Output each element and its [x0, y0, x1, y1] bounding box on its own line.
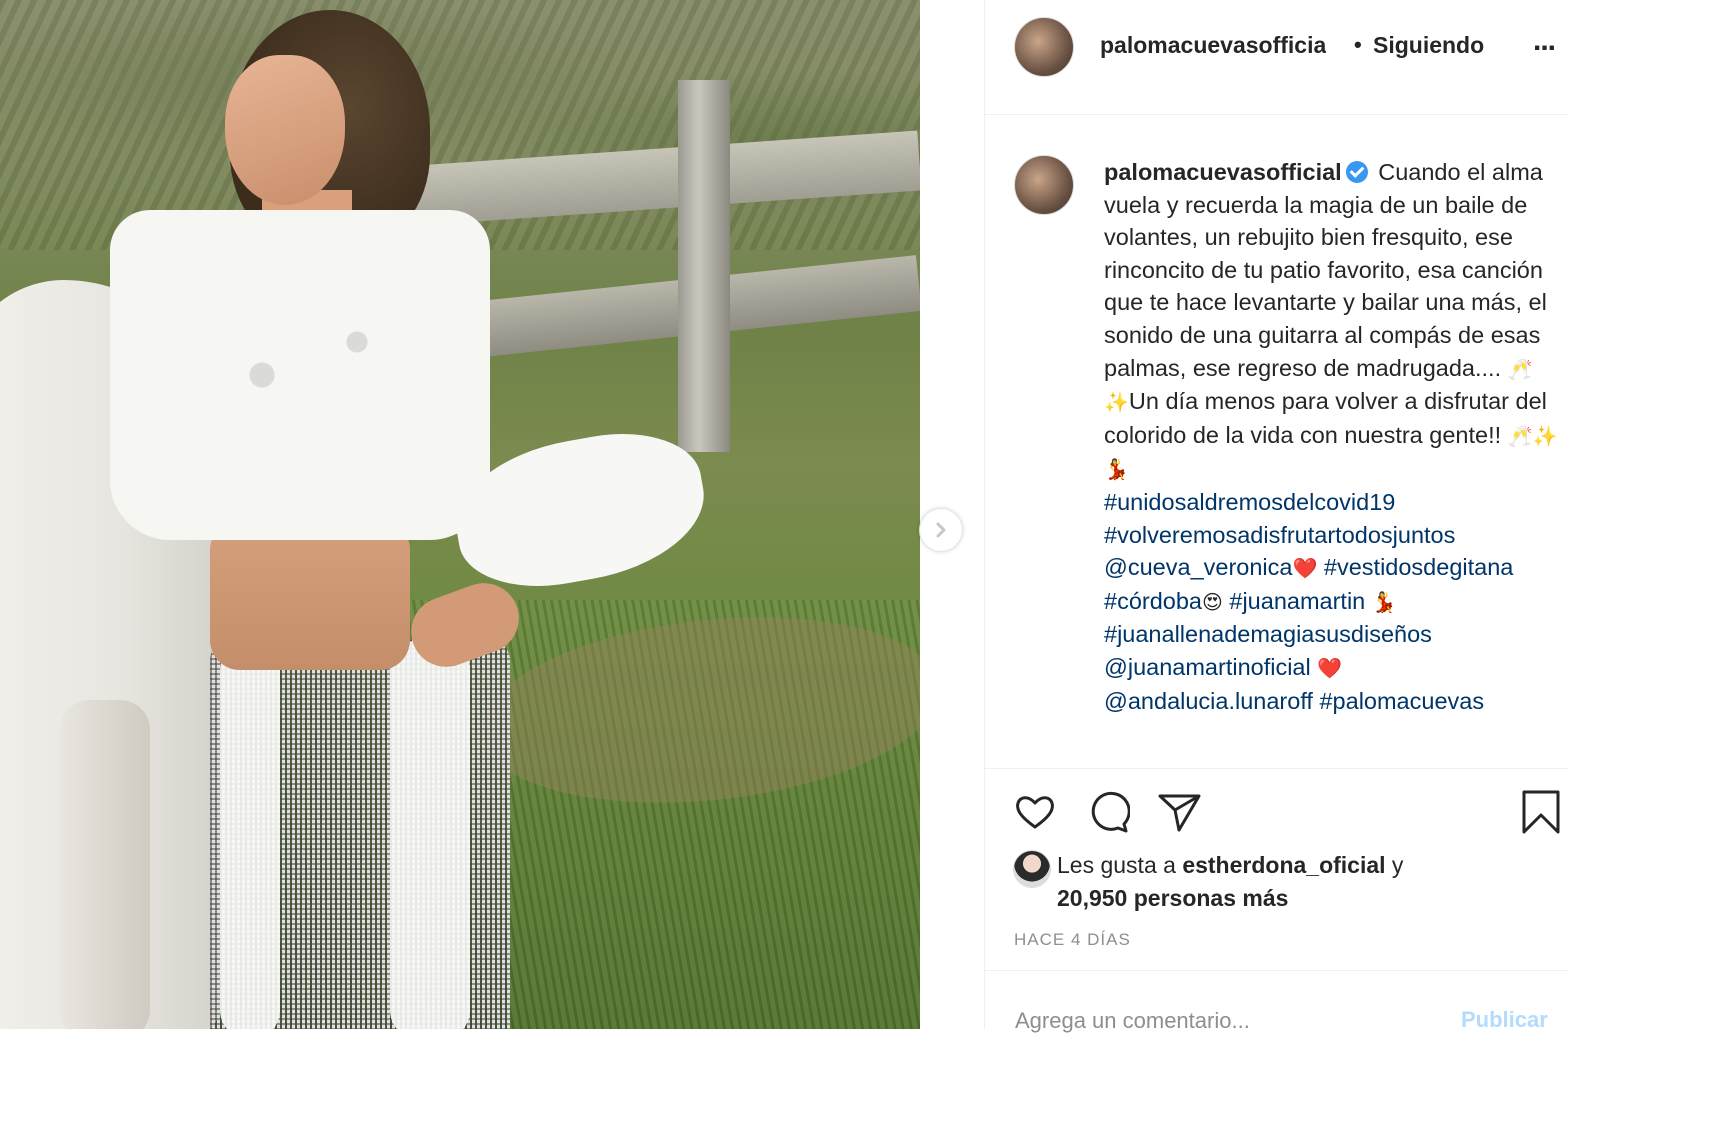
post-actions [985, 768, 1569, 848]
dancer-emoji: 💃 [1371, 589, 1397, 614]
like-button[interactable] [1013, 790, 1057, 834]
comment-input[interactable] [1013, 1007, 1437, 1035]
author-username[interactable]: palomacuevasofficia [1100, 32, 1326, 59]
following-button[interactable]: Siguiendo [1373, 32, 1484, 59]
hashtag-link[interactable]: #unidosaldremosdelcovid19 [1104, 489, 1395, 515]
hashtag-link[interactable]: #juanamartin [1229, 588, 1365, 614]
likes-prefix: Les gusta a [1057, 852, 1183, 878]
heart-eyes-emoji: 😍 [1202, 589, 1223, 614]
hashtag-link[interactable]: #córdoba [1104, 588, 1202, 614]
comment-button[interactable] [1086, 790, 1131, 834]
liker-username[interactable]: esther​dona_oficial [1182, 852, 1385, 878]
photo-skirt-lace [390, 640, 470, 1029]
comment-composer: Publicar [985, 970, 1569, 1035]
hashtag-link[interactable]: #volveremosadisfrutartodosjuntos [1104, 522, 1455, 548]
save-button[interactable] [1521, 790, 1565, 834]
bookmark-icon [1522, 790, 1560, 834]
verified-icon [1345, 161, 1368, 183]
mention-link[interactable]: @juanamartinoficial [1104, 654, 1311, 680]
publish-button[interactable]: Publicar [1461, 1007, 1548, 1033]
next-photo-button[interactable] [919, 508, 963, 552]
mention-link[interactable]: @cueva_veronica [1104, 554, 1292, 580]
post-details-panel: palomacuevasofficia • Siguiendo ... palo… [984, 0, 1569, 1035]
more-icon[interactable]: ... [1533, 26, 1565, 56]
share-icon [1158, 794, 1201, 832]
comment-icon [1091, 791, 1131, 833]
chevron-right-icon [936, 522, 946, 538]
hashtag-link[interactable]: #juanallenademagiasusdiseños [1104, 621, 1432, 647]
author-avatar[interactable] [1014, 17, 1074, 77]
heart-emoji: ❤️ [1317, 655, 1343, 680]
post-timestamp[interactable]: HACE 4 DÍAS [1014, 930, 1131, 950]
hashtag-link[interactable]: #palomacuevas [1319, 688, 1484, 714]
heart-icon [1016, 796, 1054, 829]
photo-torso [210, 520, 410, 670]
photo-skirt-lace [220, 640, 280, 1029]
post-header: palomacuevasofficia • Siguiendo ... [985, 0, 1569, 115]
heart-emoji: ❤️ [1292, 556, 1318, 581]
liker-avatar[interactable] [1013, 850, 1051, 888]
caption-avatar[interactable] [1014, 155, 1074, 215]
photo-fence-post [678, 80, 730, 452]
likes-text: Les gusta a esther​dona_oficial y 20,950… [1057, 849, 1537, 915]
caption-username[interactable]: palomacuevasofficial [1104, 159, 1342, 185]
caption-body-2: Un día menos para volver a disfrutar del… [1104, 388, 1547, 448]
likes-conj: y [1385, 852, 1404, 878]
share-button[interactable] [1157, 790, 1201, 834]
photo-face [225, 55, 345, 205]
likes-count[interactable]: 20,950 personas más [1057, 885, 1288, 911]
caption-section: palomacuevasofficial Cuando el alma vuel… [985, 114, 1569, 769]
hashtag-link[interactable]: #vestidosdegitana [1324, 554, 1513, 580]
caption-text: palomacuevasofficial Cuando el alma vuel… [1104, 156, 1558, 717]
header-separator: • [1354, 32, 1362, 57]
photo-horse-leg [60, 700, 150, 1029]
caption-body: Cuando el alma vuela y recuerda la magia… [1104, 159, 1547, 381]
mention-link[interactable]: @andalucia.lunaroff [1104, 688, 1313, 714]
post-photo [0, 0, 920, 1029]
photo-blouse [110, 210, 490, 540]
